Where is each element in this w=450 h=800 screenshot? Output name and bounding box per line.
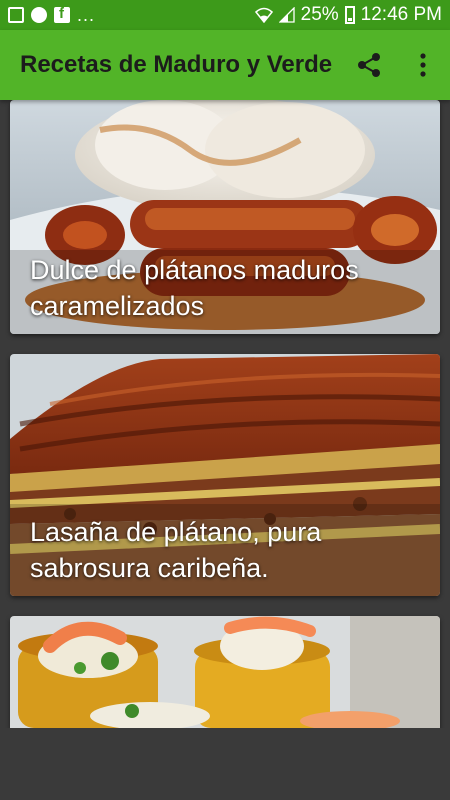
recipe-image-shrimp-plantain-cups [10,616,440,728]
share-button[interactable] [342,38,396,92]
facebook-icon [54,5,70,23]
chat-icon [31,7,47,23]
overflow-menu-icon [420,53,426,77]
app-title: Recetas de Maduro y Verde [20,51,333,78]
wifi-icon [254,7,273,23]
clock: 12:46 PM [360,4,442,25]
signal-icon [278,7,295,23]
empty-background [0,728,450,800]
status-bar: ... 25% 12:46 PM [0,0,450,30]
recipe-card[interactable]: Dulce de plátanos maduros caramelizados [10,100,440,334]
app-bar: Recetas de Maduro y Verde [0,30,450,100]
recipe-list[interactable]: Dulce de plátanos maduros caramelizados [0,100,450,728]
overflow-menu-button[interactable] [396,38,450,92]
battery-icon [344,6,355,24]
battery-percent: 25% [300,4,339,25]
status-system: 25% 12:46 PM [254,4,442,26]
gallery-icon [8,7,24,23]
more-notifications: ... [77,4,96,25]
recipe-title: Lasaña de plátano, pura sabrosura caribe… [30,517,322,583]
recipe-title: Dulce de plátanos maduros caramelizados [30,255,359,321]
status-notifications: ... [8,5,255,26]
recipe-card[interactable] [10,616,440,728]
share-icon [358,53,380,77]
recipe-card[interactable]: Lasaña de plátano, pura sabrosura caribe… [10,354,440,596]
